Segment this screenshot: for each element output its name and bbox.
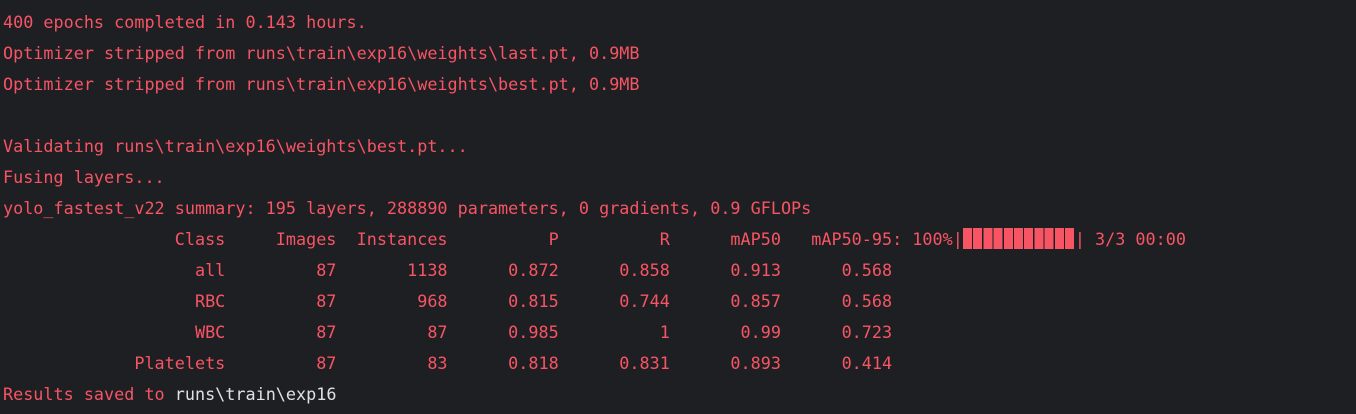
- validating-line: Validating runs\train\exp16\weights\best…: [3, 136, 468, 156]
- results-prefix: Results saved to: [3, 384, 175, 404]
- table-row-all: all 87 1138 0.872 0.858 0.913 0.568: [3, 260, 893, 280]
- results-path-link[interactable]: runs\train\exp16: [175, 384, 337, 404]
- terminal-output[interactable]: 400 epochs completed in 0.143 hours. Opt…: [0, 0, 1356, 414]
- metrics-header-text: Class Images Instances P R mAP50 mAP50-9…: [3, 229, 963, 249]
- table-row-rbc: RBC 87 968 0.815 0.744 0.857 0.568: [3, 291, 893, 311]
- table-row-wbc: WBC 87 87 0.985 1 0.99 0.723: [3, 322, 893, 342]
- progress-suffix: | 3/3 00:00: [1074, 229, 1186, 249]
- results-saved-line: Results saved to runs\train\exp16: [3, 379, 1356, 410]
- fusing-layers-line: Fusing layers...: [3, 167, 165, 187]
- epochs-completed-line: 400 epochs completed in 0.143 hours.: [3, 12, 367, 32]
- table-row-platelets: Platelets 87 83 0.818 0.831 0.893 0.414: [3, 353, 893, 373]
- progress-bar: [962, 228, 1075, 249]
- model-summary-line: yolo_fastest_v22 summary: 195 layers, 28…: [3, 198, 812, 218]
- metrics-header-line: Class Images Instances P R mAP50 mAP50-9…: [3, 224, 1356, 255]
- optimizer-stripped-last-line: Optimizer stripped from runs\train\exp16…: [3, 43, 640, 63]
- optimizer-stripped-best-line: Optimizer stripped from runs\train\exp16…: [3, 74, 640, 94]
